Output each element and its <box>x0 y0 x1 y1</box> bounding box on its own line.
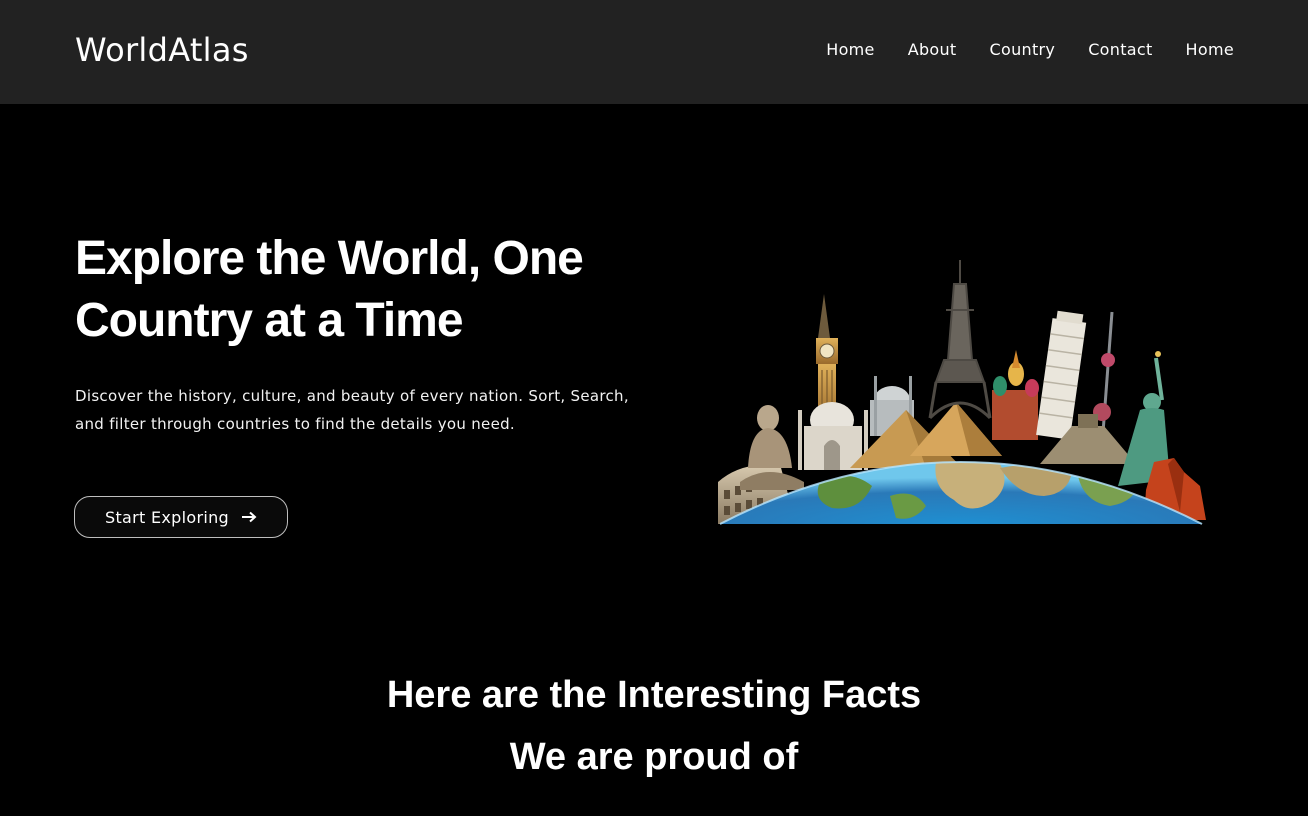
nav-menu: Home About Country Contact Home <box>826 38 1234 62</box>
hero-title-line-2: Country at a Time <box>75 294 464 347</box>
eiffel-tower-icon <box>928 260 992 420</box>
facts-heading-line-1: Here are the Interesting Facts <box>386 674 922 716</box>
navbar: WorldAtlas Home About Country Contact Ho… <box>0 0 1308 104</box>
nav-link-contact[interactable]: Contact <box>1088 38 1152 62</box>
facts-heading: Here are the Interesting Facts We are pr… <box>0 664 1308 788</box>
start-exploring-button[interactable]: Start Exploring <box>74 496 288 538</box>
nav-link-home[interactable]: Home <box>826 38 874 62</box>
facts-heading-line-2: We are proud of <box>509 736 799 778</box>
hero-description: Discover the history, culture, and beaut… <box>75 387 629 433</box>
site-logo[interactable]: WorldAtlas <box>75 30 249 70</box>
hero-title-line-1: Explore the World, One <box>75 232 584 285</box>
page: WorldAtlas Home About Country Contact Ho… <box>0 0 1308 816</box>
start-exploring-label: Start Exploring <box>105 507 229 527</box>
hero-title: Explore the World, One Country at a Time <box>75 228 675 352</box>
arrow-right-icon <box>241 511 257 523</box>
buddha-statue-icon <box>740 405 804 490</box>
nav-link-about[interactable]: About <box>908 38 957 62</box>
world-landmarks-illustration <box>718 260 1206 525</box>
taj-mahal-icon <box>798 402 868 470</box>
nav-link-home-2[interactable]: Home <box>1186 38 1234 62</box>
nav-link-country[interactable]: Country <box>990 38 1056 62</box>
st-basils-cathedral-icon <box>992 350 1039 440</box>
